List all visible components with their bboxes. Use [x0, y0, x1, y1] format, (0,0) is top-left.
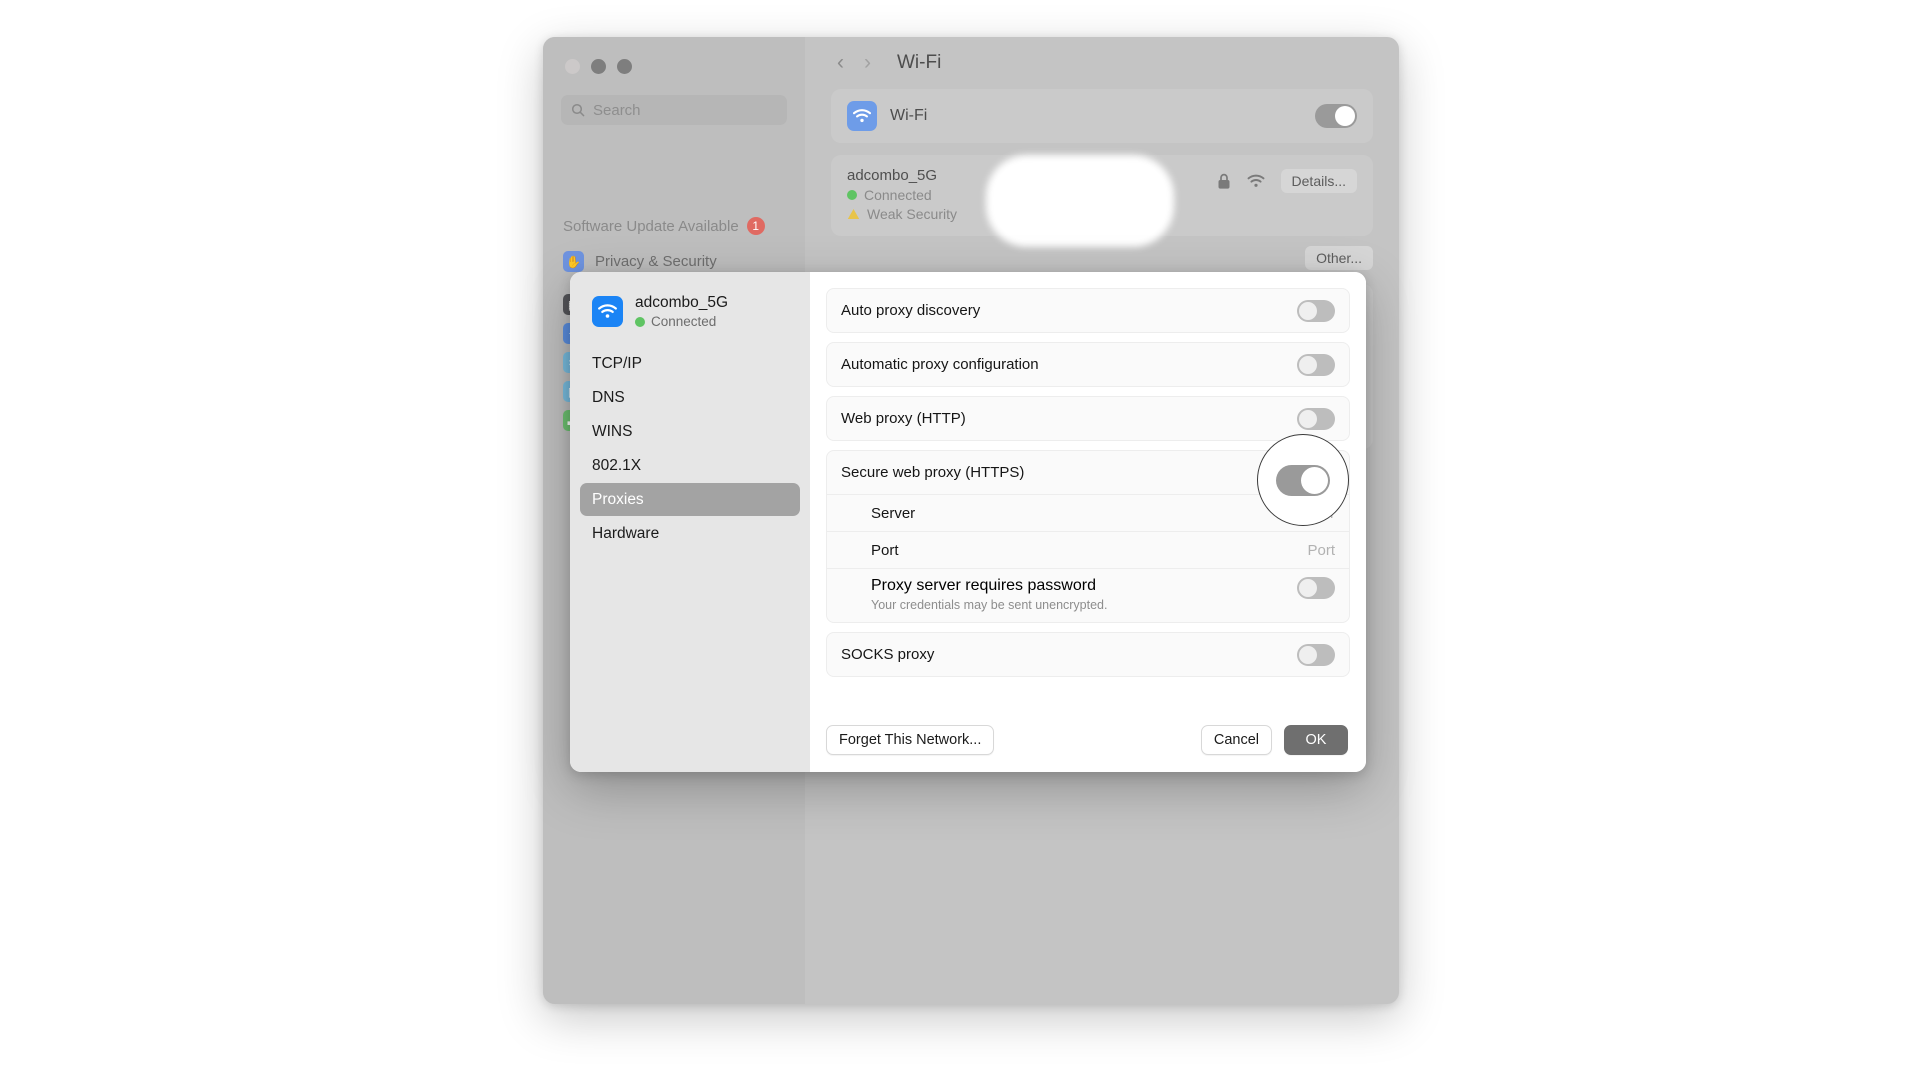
sheet-content: Auto proxy discovery Automatic proxy con…: [810, 272, 1366, 772]
wifi-toggle[interactable]: [1315, 104, 1357, 128]
sheet-network-name: adcombo_5G: [635, 294, 729, 311]
network-security-label: Weak Security: [867, 206, 957, 222]
sheet-network-status: Connected: [635, 314, 728, 329]
sheet-item-wins[interactable]: WINS: [580, 415, 800, 448]
warning-triangle-icon: [847, 209, 860, 219]
auto-proxy-discovery-toggle[interactable]: [1297, 299, 1335, 322]
https-server-label: Server: [871, 504, 916, 522]
search-input[interactable]: Search: [561, 95, 787, 125]
sheet-item-hardware[interactable]: Hardware: [580, 517, 800, 550]
software-update-item[interactable]: Software Update Available 1: [563, 217, 805, 235]
sheet-item-proxies[interactable]: Proxies: [580, 483, 800, 516]
close-button[interactable]: [565, 59, 580, 74]
sheet-network-header: adcombo_5G Connected: [580, 294, 800, 347]
sidebar-item-label: Privacy & Security: [595, 253, 717, 270]
search-placeholder-text: Search: [593, 101, 641, 119]
page-title: Wi-Fi: [897, 52, 942, 73]
web-proxy-http-row: Web proxy (HTTP): [827, 397, 1349, 440]
automatic-proxy-configuration-toggle[interactable]: [1297, 353, 1335, 376]
auto-proxy-discovery-row: Auto proxy discovery: [827, 289, 1349, 332]
detail-toolbar: ‹ › Wi-Fi: [831, 37, 1373, 89]
https-port-row: Port Port: [827, 531, 1349, 568]
sheet-item-label: WINS: [592, 422, 633, 440]
network-name: adcombo_5G: [847, 167, 938, 184]
socks-proxy-toggle[interactable]: [1297, 643, 1335, 666]
sheet-item-8021x[interactable]: 802.1X: [580, 449, 800, 482]
details-button[interactable]: Details...: [1280, 169, 1357, 193]
other-button-wrap: Other...: [831, 246, 1373, 270]
socks-proxy-panel: SOCKS proxy: [826, 632, 1350, 677]
hand-raised-icon: ✋: [563, 251, 584, 272]
secure-web-proxy-https-toggle-magnified[interactable]: [1276, 464, 1330, 496]
sheet-item-label: Hardware: [592, 524, 660, 542]
automatic-proxy-configuration-label: Automatic proxy configuration: [841, 356, 1039, 373]
sheet-item-tcpip[interactable]: TCP/IP: [580, 347, 800, 380]
wifi-row: Wi-Fi: [831, 89, 1373, 143]
https-password-row: Proxy server requires password Your cred…: [827, 568, 1349, 622]
auto-proxy-discovery-panel: Auto proxy discovery: [826, 288, 1350, 333]
secure-web-proxy-https-label: Secure web proxy (HTTPS): [841, 464, 1025, 481]
update-badge: 1: [746, 217, 765, 235]
wifi-toggle-card: Wi-Fi: [831, 89, 1373, 143]
auto-proxy-discovery-label: Auto proxy discovery: [841, 302, 981, 319]
network-status-label: Connected: [864, 187, 932, 203]
wifi-app-icon: [847, 101, 877, 131]
cursor-highlight-ring: [1257, 434, 1349, 526]
automatic-proxy-configuration-row: Automatic proxy configuration: [827, 343, 1349, 386]
chevron-right-icon[interactable]: ›: [864, 51, 871, 75]
wifi-network-icon: [592, 296, 623, 327]
search-icon: [571, 103, 585, 117]
wifi-label: Wi-Fi: [890, 107, 928, 124]
web-proxy-http-toggle[interactable]: [1297, 407, 1335, 430]
https-port-label: Port: [871, 541, 899, 559]
sheet-item-label: TCP/IP: [592, 354, 642, 372]
socks-proxy-row: SOCKS proxy: [827, 633, 1349, 676]
connected-dot-icon: [635, 316, 645, 327]
chevron-left-icon[interactable]: ‹: [837, 51, 844, 75]
https-password-label: Proxy server requires password: [871, 577, 1096, 594]
window-traffic-lights[interactable]: [565, 59, 632, 74]
web-proxy-http-label: Web proxy (HTTP): [841, 410, 966, 427]
network-details-sheet: adcombo_5G Connected TCP/IP DNS WINS 802…: [570, 272, 1366, 772]
sheet-network-status-label: Connected: [651, 314, 717, 329]
ok-button[interactable]: OK: [1284, 725, 1348, 755]
automatic-proxy-configuration-panel: Automatic proxy configuration: [826, 342, 1350, 387]
screen: Search Software Update Available 1 ✋ Pri…: [0, 0, 1920, 1080]
sheet-item-label: 802.1X: [592, 456, 642, 474]
sheet-item-label: DNS: [592, 388, 625, 406]
sheet-sidebar: adcombo_5G Connected TCP/IP DNS WINS 802…: [570, 272, 810, 772]
sheet-item-label: Proxies: [592, 490, 644, 508]
sheet-footer: Forget This Network... Cancel OK: [826, 708, 1350, 772]
cancel-button[interactable]: Cancel: [1200, 725, 1272, 755]
minimize-button[interactable]: [591, 59, 606, 74]
forget-network-button[interactable]: Forget This Network...: [826, 725, 995, 755]
https-password-note: Your credentials may be sent unencrypted…: [871, 598, 1108, 612]
web-proxy-http-panel: Web proxy (HTTP): [826, 396, 1350, 441]
maximize-button[interactable]: [617, 59, 632, 74]
network-security-warning: Weak Security: [847, 206, 957, 222]
wifi-signal-icon: [1247, 174, 1264, 187]
network-status: Connected: [847, 187, 957, 203]
other-button[interactable]: Other...: [1305, 246, 1373, 270]
https-port-input[interactable]: Port: [1307, 542, 1335, 559]
software-update-label: Software Update Available: [563, 217, 739, 235]
https-password-toggle[interactable]: [1297, 577, 1335, 599]
redaction-blob: [993, 162, 1167, 240]
lock-icon: [1218, 173, 1230, 189]
sheet-item-dns[interactable]: DNS: [580, 381, 800, 414]
socks-proxy-label: SOCKS proxy: [841, 646, 935, 663]
connected-dot-icon: [847, 190, 857, 200]
